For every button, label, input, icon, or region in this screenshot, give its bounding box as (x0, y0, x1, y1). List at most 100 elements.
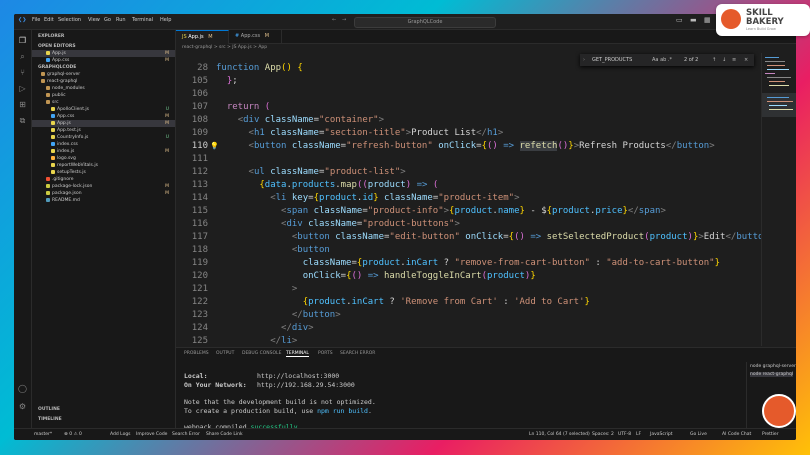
file-tree-item[interactable]: CountryInfo.js U (32, 134, 175, 141)
code-editor[interactable]: 28 function App() {105 }; 106 107 return (1… (176, 53, 761, 346)
minimap[interactable] (761, 53, 796, 346)
file-tree-item[interactable]: public (32, 92, 175, 99)
menu-go[interactable]: Go (104, 17, 111, 23)
code-line[interactable]: <button className="refresh-button" onCli… (216, 141, 715, 151)
file-tree-item[interactable]: reportWebVitals.js (32, 162, 175, 169)
git-branch[interactable]: master* (34, 429, 52, 440)
code-line[interactable]: <span className="product-info">{product.… (216, 206, 666, 216)
status-search-error[interactable]: Search Error (172, 429, 200, 440)
file-tree-item[interactable]: App.js M (32, 120, 175, 127)
source-control-icon[interactable]: ⑂ (18, 68, 27, 77)
file-tree-item[interactable]: package.json M (32, 190, 175, 197)
code-line[interactable]: {product.inCart ? 'Remove from Cart' : '… (216, 297, 590, 307)
encoding[interactable]: UTF-8 (618, 429, 631, 440)
status-add-logs[interactable]: Add Logs (110, 429, 131, 440)
code-line[interactable]: function App() { (216, 63, 303, 73)
file-tree-item[interactable]: package-lock.json M (32, 183, 175, 190)
search-icon[interactable]: ⌕ (18, 52, 27, 61)
menu-file[interactable]: File (32, 17, 40, 23)
prettier[interactable]: Prettier (762, 429, 779, 440)
code-line[interactable]: }; (216, 76, 238, 86)
code-line[interactable]: className={product.inCart ? "remove-from… (216, 258, 720, 268)
file-tree-item[interactable]: graphql-server (32, 71, 175, 78)
close-icon[interactable]: × (744, 54, 748, 66)
file-tree-item[interactable]: App.css M (32, 113, 175, 120)
menu-edit[interactable]: Edit (44, 17, 54, 23)
account-icon[interactable]: ◯ (18, 384, 27, 393)
panel-tab-ports[interactable]: PORTS (318, 351, 333, 356)
file-tree-item[interactable]: .gitignore (32, 176, 175, 183)
cursor-position[interactable]: Ln 110, Col 64 (7 selected) (529, 429, 590, 440)
chevron-right-icon[interactable]: › (583, 54, 585, 66)
file-tree-item[interactable]: index.css (32, 141, 175, 148)
eol[interactable]: LF (636, 429, 641, 440)
code-line[interactable]: <h1 className="section-title">Product Li… (216, 128, 504, 138)
code-line[interactable]: <button (216, 245, 330, 255)
code-line[interactable]: onClick={() => handleToggleInCart(produc… (216, 271, 536, 281)
code-line[interactable]: > (216, 284, 297, 294)
run-debug-icon[interactable]: ▷ (18, 84, 27, 93)
panel-tab-output[interactable]: OUTPUT (216, 351, 234, 356)
explorer-title[interactable]: EXPLORER (32, 33, 175, 40)
file-tree-item[interactable]: index.js M (32, 148, 175, 155)
open-editors-header[interactable]: OPEN EDITORS (32, 43, 175, 50)
code-line[interactable]: </div> (216, 323, 314, 333)
code-line[interactable]: <li key={product.id} className="product-… (216, 193, 519, 203)
file-tree-item[interactable]: ApolloClient.js U (32, 106, 175, 113)
arrow-up-icon[interactable]: ↑ (712, 54, 716, 66)
terminal-local-url[interactable]: http://localhost:3000 (257, 372, 339, 380)
indentation[interactable]: Spaces: 2 (592, 429, 614, 440)
extensions-icon[interactable]: ⊞ (18, 100, 27, 109)
menu-selection[interactable]: Selection (58, 17, 81, 23)
find-options[interactable]: Aa ab .* (652, 54, 672, 66)
problems-count[interactable]: ⊗ 0 ⚠ 0 (64, 429, 82, 440)
outline-section[interactable]: OUTLINE (32, 406, 175, 413)
code-line[interactable]: <div className="product-buttons"> (216, 219, 460, 229)
panel-tab-problems[interactable]: PROBLEMS (184, 351, 209, 356)
nav-back-icon[interactable]: ← (332, 17, 336, 23)
menu-view[interactable]: View (88, 17, 100, 23)
file-tree-item[interactable]: setupTests.js (32, 169, 175, 176)
layout-toggle-icon[interactable]: ▭ (676, 16, 683, 24)
layout-grid-icon[interactable]: ▦ (704, 16, 711, 24)
ai-code-chat[interactable]: AI Code Chat (722, 429, 751, 440)
code-line[interactable]: <div className="container"> (216, 115, 384, 125)
code-line[interactable]: {data.products.map((product) => ( (216, 180, 438, 190)
menu-terminal[interactable]: Terminal (132, 17, 153, 23)
status-share-code-link[interactable]: Share Code Link (206, 429, 243, 440)
timeline-section[interactable]: TIMELINE (32, 416, 175, 423)
terminal-item-graphql-server[interactable]: node graphql-server (750, 364, 796, 369)
file-tree-item[interactable]: App.test.js (32, 127, 175, 134)
nav-forward-icon[interactable]: → (342, 17, 346, 23)
remote-explorer-icon[interactable]: ⧉ (18, 116, 27, 125)
project-header[interactable]: GRAPHQLCODE (32, 64, 175, 71)
go-live[interactable]: Go Live (690, 429, 707, 440)
menu-lines-icon[interactable]: ≡ (732, 54, 736, 66)
language-mode[interactable]: JavaScript (650, 429, 673, 440)
terminal-network-url[interactable]: http://192.168.29.54:3000 (257, 381, 355, 389)
code-line[interactable]: return ( (216, 102, 270, 112)
file-tree-item[interactable]: react-graphql (32, 78, 175, 85)
menu-help[interactable]: Help (160, 17, 171, 23)
menu-run[interactable]: Run (116, 17, 126, 23)
lightbulb-icon[interactable]: 💡 (210, 142, 219, 150)
find-input[interactable]: GET_PRODUCTS (592, 54, 632, 66)
arrow-down-icon[interactable]: ↓ (722, 54, 726, 66)
explorer-icon[interactable]: ❐ (18, 36, 27, 45)
code-line[interactable]: <ul className="product-list"> (216, 167, 406, 177)
status-improve-code[interactable]: Improve Code (136, 429, 167, 440)
code-line[interactable]: </button> (216, 310, 341, 320)
file-tree-item[interactable]: logo.svg (32, 155, 175, 162)
open-editor-item[interactable]: App.css M (32, 57, 175, 64)
tab-app-js[interactable]: JS App.js M (176, 30, 229, 44)
terminal-item-react-graphql[interactable]: node react-graphql (750, 372, 794, 377)
file-tree-item[interactable]: src (32, 99, 175, 106)
command-center-search[interactable]: GraphQLCode (354, 17, 496, 28)
panel-toggle-icon[interactable]: ▬ (690, 16, 697, 24)
file-tree-item[interactable]: node_modules (32, 85, 175, 92)
panel-tab-terminal[interactable]: TERMINAL (286, 351, 309, 357)
panel-tab-search-error[interactable]: SEARCH ERROR (340, 351, 375, 356)
file-tree-item[interactable]: README.md (32, 197, 175, 204)
tab-app-css[interactable]: # App.css M (229, 30, 282, 43)
open-editor-item[interactable]: App.js M (32, 50, 175, 57)
